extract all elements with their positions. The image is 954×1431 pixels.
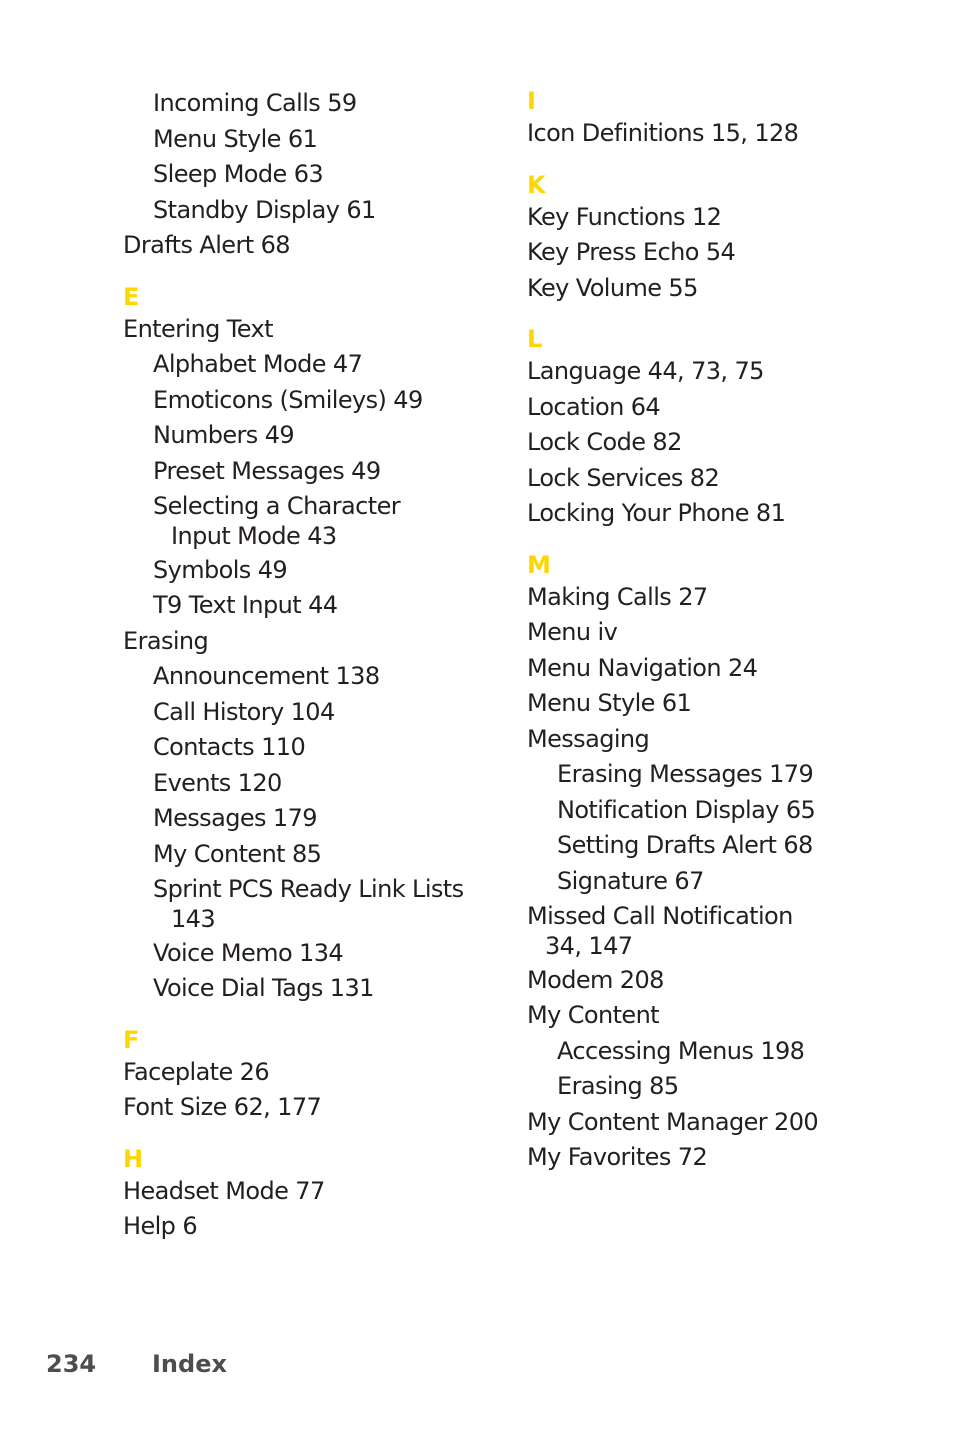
index-entry-continuation: 34, 147 [545,931,633,960]
index-subentry: Setting Drafts Alert 68 [557,831,813,859]
index-subentry: T9 Text Input 44 [153,591,338,619]
index-letter-heading: M [527,550,551,579]
index-subentry: Selecting a Character [153,492,401,520]
index-entry: Key Press Echo 54 [527,238,736,266]
index-entry: Menu Style 61 [527,689,692,717]
index-subentry: Call History 104 [153,697,335,726]
index-letter-heading: I [527,87,536,115]
index-letter-heading: E [123,282,140,311]
index-entry: Modem 208 [527,965,664,994]
index-column-right: I Icon Definitions 15, 128 K Key Functions … [527,86,927,1176]
index-subentry: Symbols 49 [153,555,288,584]
index-subentry: Menu Style 61 [153,124,318,153]
index-entry: Missed Call Notification [527,902,793,930]
page-number: 234 [46,1350,97,1378]
index-entry: My Content Manager 200 [527,1107,819,1136]
index-subentry: Accessing Menus 198 [557,1036,805,1065]
index-subentry: Sleep Mode 63 [153,160,324,188]
index-entry: Menu Navigation 24 [527,653,758,682]
index-letter-heading: L [527,325,543,353]
index-letter-heading: H [123,1144,144,1173]
index-subentry: Voice Memo 134 [153,938,344,967]
index-entry: Entering Text [123,314,274,343]
index-entry-continuation: 143 [171,904,216,933]
index-subentry: Erasing 85 [557,1072,679,1100]
index-subentry: Standby Display 61 [153,195,376,224]
index-entry: Locking Your Phone 81 [527,499,786,527]
index-entry: Lock Code 82 [527,428,682,456]
index-subentry: Announcement 138 [153,662,380,690]
index-entry: Lock Services 82 [527,463,720,492]
index-subentry: Incoming Calls 59 [153,89,357,117]
index-subentry: Events 120 [153,768,282,797]
index-subentry: Emoticons (Smileys) 49 [153,385,423,414]
index-entry: Erasing [123,626,209,655]
index-subentry: Messages 179 [153,804,318,832]
index-entry: Language 44, 73, 75 [527,357,764,385]
index-subentry: Sprint PCS Ready Link Lists [153,875,464,903]
index-entry: Help 6 [123,1212,198,1240]
index-subentry: Voice Dial Tags 131 [153,974,374,1002]
index-entry: Location 64 [527,392,661,421]
section-title: Index [152,1350,227,1378]
index-subentry: Erasing Messages 179 [557,760,814,788]
index-letter-heading: F [123,1025,140,1054]
index-subentry: Notification Display 65 [557,795,816,824]
index-subentry: Signature 67 [557,866,704,895]
index-subentry: Preset Messages 49 [153,456,381,485]
index-letter-heading: K [527,170,546,199]
index-entry: Menu iv [527,618,618,646]
index-entry: Key Functions 12 [527,202,722,231]
index-subentry: Contacts 110 [153,733,306,761]
index-entry: My Favorites 72 [527,1143,708,1171]
index-entry: Headset Mode 77 [123,1176,325,1205]
index-subentry: My Content 85 [153,839,322,868]
index-entry: Icon Definitions 15, 128 [527,119,799,147]
index-entry: Faceplate 26 [123,1057,270,1086]
index-subentry: Numbers 49 [153,421,295,449]
index-entry: Making Calls 27 [527,582,708,611]
index-subentry: Alphabet Mode 47 [153,350,363,378]
index-entry: Font Size 62, 177 [123,1093,322,1121]
index-entry: Drafts Alert 68 [123,231,291,259]
index-entry: Key Volume 55 [527,273,698,302]
index-column-left: Incoming Calls 59 Menu Style 61 Sleep Mode… [123,86,503,1245]
index-entry: My Content [527,1001,660,1029]
index-entry: Messaging [527,724,650,753]
index-entry-continuation: Input Mode 43 [171,521,337,550]
